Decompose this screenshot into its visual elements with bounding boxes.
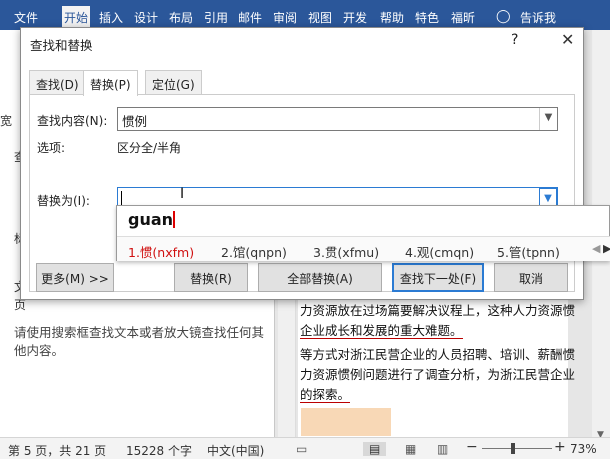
document-line-text: 的探索。 bbox=[300, 387, 351, 403]
ribbon-tab-review[interactable]: 审阅 bbox=[273, 9, 297, 26]
zoom-in-button[interactable]: + bbox=[554, 439, 566, 455]
zoom-slider-track[interactable] bbox=[482, 448, 552, 449]
nav-search-hint: 请使用搜索框查找文本或者放大镜查找任何其他内容。 bbox=[14, 325, 265, 358]
ime-candidate[interactable]: 5.管(tpnn) bbox=[497, 242, 560, 261]
document-line[interactable]: 力资源惯例问题进行了调查分析，为浙江民营企业 bbox=[300, 366, 575, 384]
ime-candidate[interactable]: 4.观(cmqn) bbox=[405, 242, 474, 261]
zoom-level[interactable]: 73% bbox=[570, 442, 597, 456]
ime-candidate-list: 1.惯(nxfm) 2.馆(qnpn) 3.贯(xfmu) 4.观(cmqn) … bbox=[117, 236, 610, 261]
document-line[interactable]: 的探索。 bbox=[300, 386, 351, 404]
lightbulb-icon[interactable]: ◯ bbox=[496, 9, 511, 24]
print-layout-icon[interactable]: ▤ bbox=[363, 442, 387, 456]
ime-candidate[interactable]: 1.惯(nxfm) bbox=[128, 242, 194, 261]
tab-replace[interactable]: 替换(P) bbox=[83, 70, 138, 96]
ribbon-tab-view[interactable]: 视图 bbox=[308, 9, 332, 26]
ime-composition: guan bbox=[128, 210, 176, 229]
replace-button[interactable]: 替换(R) bbox=[174, 263, 248, 292]
ribbon-tab-help[interactable]: 帮助 bbox=[380, 9, 404, 26]
ribbon-tab-special[interactable]: 特色 bbox=[415, 9, 439, 26]
status-bar: 第 5 页，共 21 页 15228 个字 中文(中国) ▭ ▤ ▦ ▥ − +… bbox=[0, 437, 610, 459]
web-layout-icon[interactable]: ▦ bbox=[405, 442, 416, 456]
word-count[interactable]: 15228 个字 bbox=[126, 442, 192, 459]
ime-prev-page-icon[interactable]: ◀ bbox=[592, 242, 600, 255]
document-line[interactable]: 等方式对浙江民营企业的人员招聘、培训、薪酬惯 bbox=[300, 346, 575, 364]
ribbon-tab-foxit[interactable]: 福昕 bbox=[451, 9, 475, 26]
read-mode-icon[interactable]: ▥ bbox=[437, 442, 448, 456]
document-line[interactable]: 力资源放在过场篇要解决议程上，这种人力资源惯 bbox=[300, 302, 575, 320]
ribbon-tab-developer[interactable]: 开发 bbox=[343, 9, 367, 26]
ribbon-tab-layout[interactable]: 布局 bbox=[169, 9, 193, 26]
find-next-button[interactable]: 查找下一处(F) bbox=[392, 263, 484, 292]
document-line-text: 企业成长和发展的重大难题。 bbox=[300, 323, 463, 339]
dialog-tab-strip: 查找(D) 替换(P) 定位(G) bbox=[29, 70, 574, 96]
tab-find[interactable]: 查找(D) bbox=[29, 70, 86, 95]
highlight-block bbox=[301, 408, 391, 436]
find-what-value: 惯例 bbox=[122, 114, 148, 129]
help-button[interactable]: ? bbox=[511, 32, 518, 48]
focus-mode-icon[interactable]: ▭ bbox=[296, 442, 307, 456]
document-line[interactable]: 企业成长和发展的重大难题。 bbox=[300, 322, 463, 340]
ime-next-page-icon[interactable]: ▶ bbox=[603, 242, 610, 255]
language-indicator[interactable]: 中文(中国) bbox=[207, 442, 264, 459]
chevron-down-icon[interactable]: ▼ bbox=[539, 108, 557, 130]
more-button[interactable]: 更多(M) >> bbox=[36, 263, 114, 292]
dialog-title: 查找和替换 bbox=[30, 38, 93, 53]
options-label: 选项: bbox=[37, 141, 66, 155]
ibeam-cursor-icon: I bbox=[180, 186, 185, 202]
options-value: 区分全/半角 bbox=[117, 141, 182, 155]
ribbon-tab-mailings[interactable]: 邮件 bbox=[238, 9, 262, 26]
ime-composition-text: guan bbox=[128, 210, 174, 229]
ime-candidate[interactable]: 2.馆(qnpn) bbox=[221, 242, 287, 261]
ribbon-tab-bar: 文件 开始 插入 设计 布局 引用 邮件 审阅 视图 开发 帮助 特色 福昕 ◯… bbox=[0, 0, 610, 30]
find-what-label: 查找内容(N): bbox=[37, 114, 108, 128]
ime-cursor bbox=[173, 211, 176, 228]
ime-candidate[interactable]: 3.贯(xfmu) bbox=[313, 242, 379, 261]
find-what-combo[interactable]: 惯例 ▼ bbox=[117, 107, 558, 131]
ribbon-tab-design[interactable]: 设计 bbox=[134, 9, 158, 26]
replace-panel: 查找内容(N): 惯例 ▼ 选项: 区分全/半角 替换为(I): ▼ 更多(M)… bbox=[29, 94, 575, 292]
replace-all-button[interactable]: 全部替换(A) bbox=[258, 263, 382, 292]
tell-me-box[interactable]: 告诉我 bbox=[520, 9, 556, 26]
ribbon-tab-references[interactable]: 引用 bbox=[204, 9, 228, 26]
ribbon-tab-insert[interactable]: 插入 bbox=[99, 9, 123, 26]
replace-with-label: 替换为(I): bbox=[37, 194, 90, 208]
zoom-out-button[interactable]: − bbox=[466, 439, 478, 455]
cancel-button[interactable]: 取消 bbox=[494, 263, 568, 292]
close-button[interactable]: ✕ bbox=[561, 30, 574, 49]
page-count[interactable]: 第 5 页，共 21 页 bbox=[8, 442, 106, 459]
nav-partial-label: 宽 bbox=[0, 114, 13, 128]
zoom-slider-thumb[interactable] bbox=[511, 443, 515, 454]
ime-candidate-window: guan 1.惯(nxfm) 2.馆(qnpn) 3.贯(xfmu) 4.观(c… bbox=[116, 205, 610, 261]
tab-goto[interactable]: 定位(G) bbox=[145, 70, 202, 95]
ribbon-tab-file[interactable]: 文件 bbox=[14, 9, 38, 26]
